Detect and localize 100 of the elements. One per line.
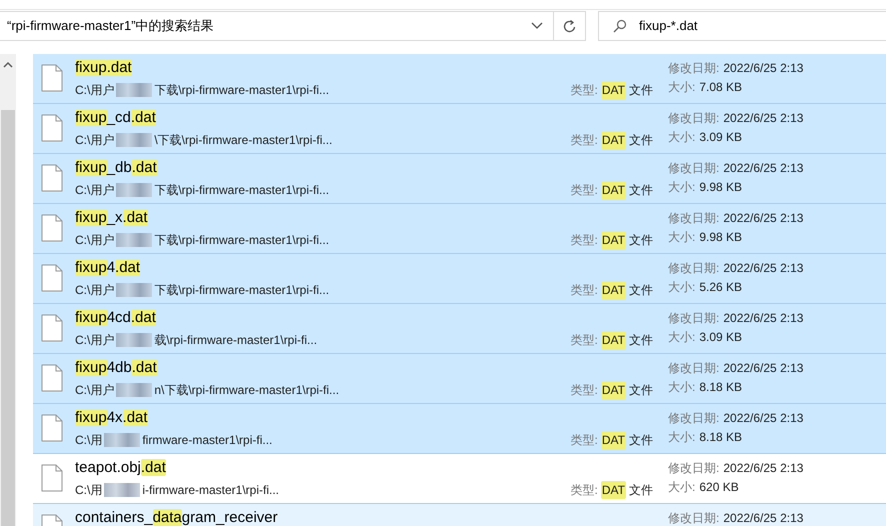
file-icon: [41, 464, 63, 492]
result-row[interactable]: fixup_cd.dat C:\用户 \下载\rpi-firmware-master1\rpi-fi... 类型: DAT 文件 修改日期: 2022/6/25 2:13 大小: 3.09 KB: [33, 104, 886, 154]
date-label: 修改日期:: [668, 410, 720, 427]
chevron-down-icon[interactable]: [531, 22, 543, 30]
pixelated-block: [104, 433, 140, 447]
type-value: DAT: [600, 131, 626, 149]
type-suffix: 文件: [629, 132, 653, 149]
type-value: DAT: [600, 281, 626, 299]
date-label: 修改日期:: [668, 460, 720, 477]
result-row[interactable]: fixup.dat C:\用户 下载\rpi-firmware-master1\rpi-fi... 类型: DAT 文件 修改日期: 2022/6/25 2:13 大小: 7.08 KB: [33, 54, 886, 104]
size-label: 大小:: [668, 279, 696, 296]
date-label: 修改日期:: [668, 510, 720, 526]
file-path: 下载\rpi-firmware-master1\rpi-fi...: [154, 282, 330, 299]
size-value: 3.09 KB: [699, 129, 742, 146]
date-label: 修改日期:: [668, 60, 720, 77]
result-row[interactable]: fixup4cd.dat C:\用户 载\rpi-firmware-master1\rpi-fi... 类型: DAT 文件 修改日期: 2022/6/25 2:13 大小: 3.09 KB: [33, 304, 886, 354]
file-path: C:\用户: [75, 82, 114, 99]
type-suffix: 文件: [629, 432, 653, 449]
date-value: 2022/6/25 2:13: [723, 260, 804, 277]
type-suffix: 文件: [629, 232, 653, 249]
size-label: 大小:: [668, 229, 696, 246]
type-value: DAT: [600, 331, 626, 349]
result-row[interactable]: fixup_x.dat C:\用户 下载\rpi-firmware-master1\rpi-fi... 类型: DAT 文件 修改日期: 2022/6/25 2:13 大小: 9.98 KB: [33, 204, 886, 254]
file-name: fixup4.dat: [75, 258, 140, 278]
date-value: 2022/6/25 2:13: [723, 510, 804, 526]
pixelated-block: [116, 233, 152, 247]
pixelated-block: [116, 83, 152, 97]
result-row[interactable]: fixup4db.dat C:\用户 n\下载\rpi-firmware-master1\rpi-fi... 类型: DAT 文件 修改日期: 2022/6/25 2:13 大小: 8.18 KB: [33, 354, 886, 404]
file-icon: [41, 314, 63, 342]
size-label: 大小:: [668, 129, 696, 146]
file-path: C:\用: [75, 432, 102, 449]
date-value: 2022/6/25 2:13: [723, 60, 804, 77]
type-value: DAT: [600, 381, 626, 399]
pixelated-block: [104, 483, 140, 497]
file-name: fixup4x.dat: [75, 408, 148, 428]
file-path: C:\用户: [75, 232, 114, 249]
file-icon: [41, 164, 63, 192]
file-path: C:\用户: [75, 132, 114, 149]
size-label: 大小:: [668, 429, 696, 446]
result-row[interactable]: fixup4x.dat C:\用 firmware-master1\rpi-fi... 类型: DAT 文件 修改日期: 2022/6/25 2:13 大小: 8.18 KB: [33, 404, 886, 454]
result-row[interactable]: containers_datagram_receiver 修改日期: 2022/6/25 2:13: [33, 504, 886, 526]
type-value: DAT: [600, 181, 626, 199]
address-text: “rpi-firmware-master1”中的搜索结果: [6, 17, 215, 36]
type-label: 类型:: [570, 432, 598, 449]
date-value: 2022/6/25 2:13: [723, 360, 804, 377]
pixelated-block: [116, 133, 152, 147]
type-suffix: 文件: [629, 482, 653, 499]
type-value: DAT: [600, 431, 626, 449]
scrollbar-thumb[interactable]: [1, 110, 15, 526]
file-path: C:\用户: [75, 382, 114, 399]
date-label: 修改日期:: [668, 160, 720, 177]
date-value: 2022/6/25 2:13: [723, 460, 804, 477]
size-value: 7.08 KB: [699, 79, 742, 96]
type-value: DAT: [600, 81, 626, 99]
type-label: 类型:: [570, 182, 598, 199]
result-row[interactable]: fixup_db.dat C:\用户 下载\rpi-firmware-master1\rpi-fi... 类型: DAT 文件 修改日期: 2022/6/25 2:13 大小: 9.98 KB: [33, 154, 886, 204]
file-name: fixup_cd.dat: [75, 108, 156, 128]
file-path: 载\rpi-firmware-master1\rpi-fi...: [154, 332, 318, 349]
date-label: 修改日期:: [668, 110, 720, 127]
scrollbar[interactable]: [0, 54, 16, 526]
file-icon: [41, 364, 63, 392]
size-value: 5.26 KB: [699, 279, 742, 296]
size-value: 8.18 KB: [699, 429, 742, 446]
type-suffix: 文件: [629, 332, 653, 349]
date-label: 修改日期:: [668, 310, 720, 327]
type-label: 类型:: [570, 132, 598, 149]
file-path: C:\用: [75, 482, 102, 499]
file-name: fixup4db.dat: [75, 358, 157, 378]
search-text: fixup-*.dat: [639, 17, 698, 36]
size-label: 大小:: [668, 79, 696, 96]
pixelated-block: [116, 183, 152, 197]
type-suffix: 文件: [629, 282, 653, 299]
size-label: 大小:: [668, 329, 696, 346]
size-value: 8.18 KB: [699, 379, 742, 396]
file-icon: [41, 214, 63, 242]
type-value: DAT: [600, 231, 626, 249]
type-suffix: 文件: [629, 82, 653, 99]
file-path: \下载\rpi-firmware-master1\rpi-fi...: [154, 132, 332, 149]
date-label: 修改日期:: [668, 260, 720, 277]
type-label: 类型:: [570, 232, 598, 249]
file-name: fixup_db.dat: [75, 158, 157, 178]
search-field[interactable]: fixup-*.dat: [598, 11, 886, 41]
file-name: containers_datagram_receiver: [75, 508, 278, 526]
file-path: 下载\rpi-firmware-master1\rpi-fi...: [154, 82, 330, 99]
file-name: teapot.obj.dat: [75, 458, 166, 478]
pixelated-block: [116, 383, 152, 397]
type-label: 类型:: [570, 482, 598, 499]
type-suffix: 文件: [629, 382, 653, 399]
date-value: 2022/6/25 2:13: [723, 310, 804, 327]
type-value: DAT: [600, 481, 626, 499]
file-path: C:\用户: [75, 332, 114, 349]
date-value: 2022/6/25 2:13: [723, 110, 804, 127]
type-suffix: 文件: [629, 182, 653, 199]
size-value: 620 KB: [699, 479, 739, 496]
address-bar[interactable]: “rpi-firmware-master1”中的搜索结果: [0, 11, 586, 41]
file-path: i-firmware-master1\rpi-fi...: [142, 482, 280, 499]
file-icon: [41, 64, 63, 92]
search-icon: [613, 19, 627, 33]
type-label: 类型:: [570, 282, 598, 299]
result-row[interactable]: fixup4.dat C:\用户 下载\rpi-firmware-master1\rpi-fi... 类型: DAT 文件 修改日期: 2022/6/25 2:13 大小: 5.26 KB: [33, 254, 886, 304]
